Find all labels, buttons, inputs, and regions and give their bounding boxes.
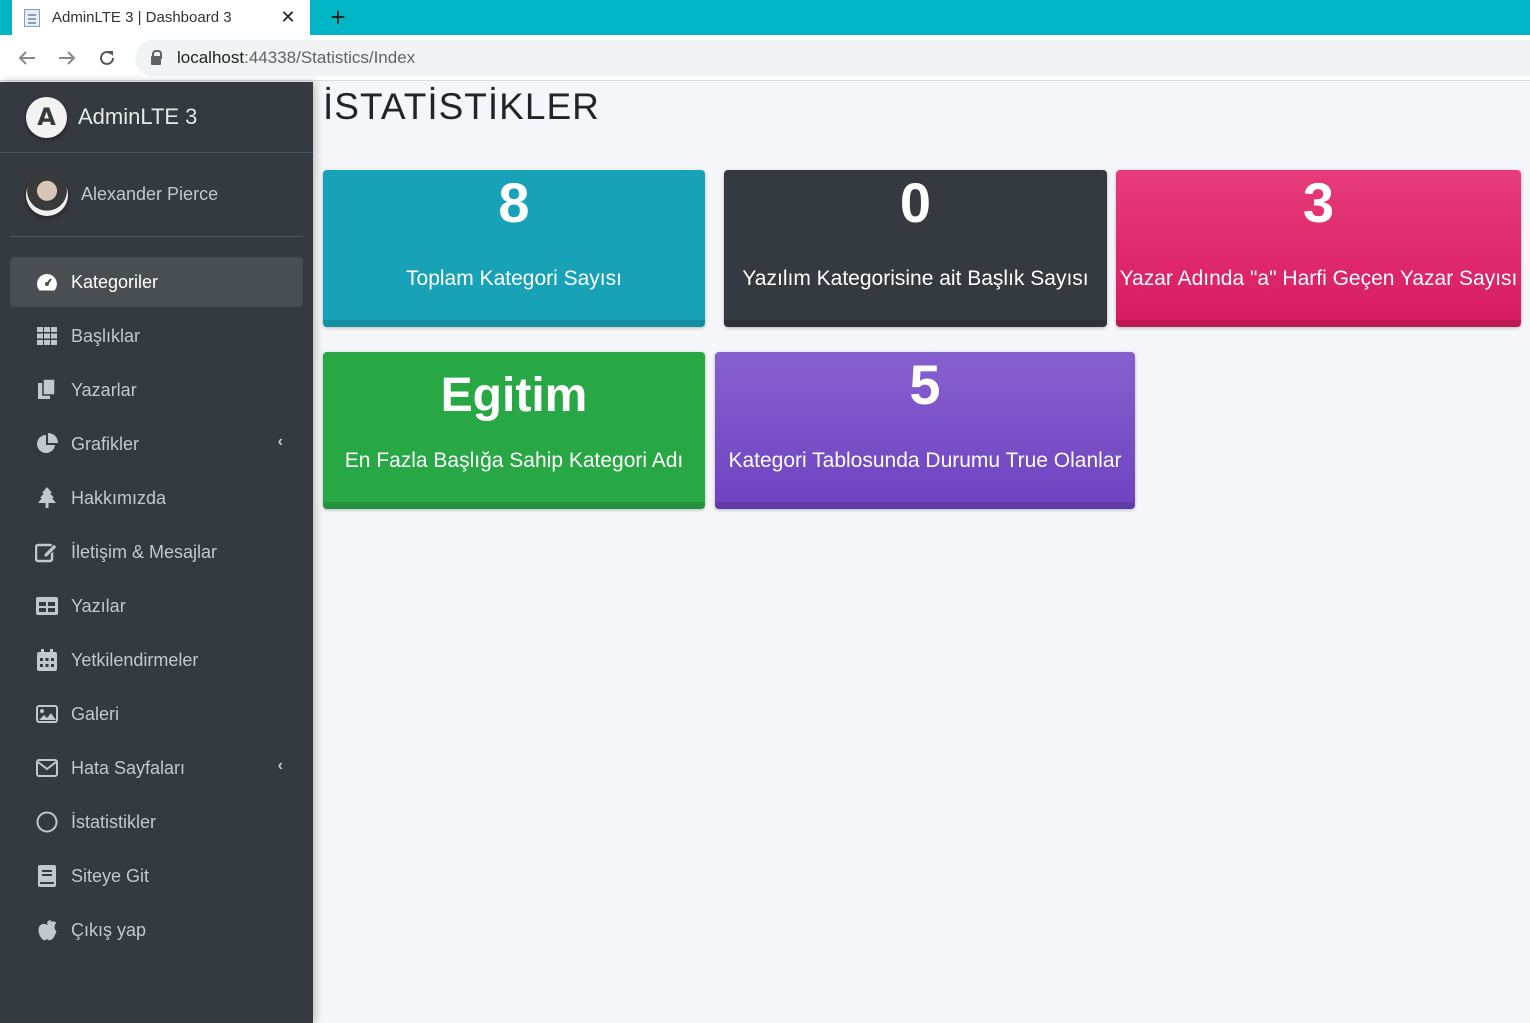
lock-icon <box>151 49 162 65</box>
brand-text: AdminLTE 3 <box>78 104 198 129</box>
sidebar-item-basliklar[interactable]: Başlıklar <box>10 311 303 361</box>
url-field[interactable]: localhost:44338/Statistics/Index <box>135 40 1530 76</box>
sidebar-item-yetkilendirmeler[interactable]: Yetkilendirmeler <box>10 635 303 685</box>
sidebar-item-cikis-yap[interactable]: Çıkış yap <box>10 905 303 955</box>
browser-tab[interactable]: AdminLTE 3 | Dashboard 3 ✕ <box>12 0 310 35</box>
apple-icon <box>35 918 59 942</box>
stat-box-yazilim-baslik: 0 Yazılım Kategorisine ait Başlık Sayısı <box>724 170 1107 327</box>
table-icon <box>35 594 59 618</box>
circle-icon <box>35 810 59 834</box>
book-icon <box>35 864 59 888</box>
stat-value: 3 <box>1302 171 1335 234</box>
stat-value: 0 <box>899 171 932 234</box>
pie-chart-icon <box>35 432 59 456</box>
page-favicon-icon <box>24 8 40 27</box>
address-bar: localhost:44338/Statistics/Index <box>0 35 1530 81</box>
stat-label: Yazar Adında "a" Harfi Geçen Yazar Sayıs… <box>1119 267 1518 290</box>
chevron-left-icon: ‹ <box>277 433 283 450</box>
sidebar-item-yazarlar[interactable]: Yazarlar <box>10 365 303 415</box>
edit-icon <box>35 540 59 564</box>
tree-icon <box>35 486 59 510</box>
browser-tab-bar: AdminLTE 3 | Dashboard 3 ✕ + <box>0 0 1530 35</box>
avatar <box>26 173 68 216</box>
back-arrow-icon[interactable] <box>14 45 40 71</box>
url-text: localhost:44338/Statistics/Index <box>177 48 416 67</box>
sidebar-item-hakkimizda[interactable]: Hakkımızda <box>10 473 303 523</box>
grid-icon <box>35 324 59 348</box>
reload-icon[interactable] <box>94 45 120 71</box>
user-panel[interactable]: Alexander Pierce <box>10 153 303 237</box>
stat-label: En Fazla Başlığa Sahip Kategori Adı <box>344 449 684 472</box>
calendar-icon <box>35 648 59 672</box>
stat-value: 5 <box>909 353 941 416</box>
stat-label: Yazılım Kategorisine ait Başlık Sayısı <box>742 267 1089 290</box>
page-title: İSTATİSTİKLER <box>323 86 600 127</box>
user-name: Alexander Pierce <box>81 184 219 204</box>
brand-link[interactable]: A AdminLTE 3 <box>0 82 313 153</box>
sidebar-item-hata-sayfalari[interactable]: Hata Sayfaları ‹ <box>10 743 303 793</box>
sidebar-item-yazilar[interactable]: Yazılar <box>10 581 303 631</box>
tab-title: AdminLTE 3 | Dashboard 3 <box>52 9 232 26</box>
stat-box-durumu-true: 5 Kategori Tablosunda Durumu True Olanla… <box>715 352 1135 509</box>
sidebar-menu: Kategoriler Başlıklar Yazarlar Grafikler… <box>0 237 313 955</box>
envelope-icon <box>35 756 59 780</box>
stat-label: Toplam Kategori Sayısı <box>406 267 622 290</box>
tachometer-icon <box>35 270 59 294</box>
image-icon <box>35 702 59 726</box>
sidebar-item-siteye-git[interactable]: Siteye Git <box>10 851 303 901</box>
forward-arrow-icon[interactable] <box>54 45 80 71</box>
stat-box-yazar-a-harfi: 3 Yazar Adında "a" Harfi Geçen Yazar Say… <box>1116 170 1521 327</box>
sidebar-item-iletisim[interactable]: İletişim & Mesajlar <box>10 527 303 577</box>
stat-value: 8 <box>498 171 530 234</box>
copy-icon <box>35 378 59 402</box>
new-tab-button[interactable]: + <box>326 0 350 35</box>
sidebar-item-galeri[interactable]: Galeri <box>10 689 303 739</box>
stat-value: Egitim <box>440 369 588 422</box>
stat-label: Kategori Tablosunda Durumu True Olanlar <box>728 449 1122 472</box>
sidebar-item-istatistikler[interactable]: İstatistikler <box>10 797 303 847</box>
sidebar: A AdminLTE 3 Alexander Pierce Kategorile… <box>0 82 313 1023</box>
sidebar-item-kategoriler[interactable]: Kategoriler <box>10 257 303 307</box>
sidebar-item-grafikler[interactable]: Grafikler ‹ <box>10 419 303 469</box>
stat-box-toplam-kategori: 8 Toplam Kategori Sayısı <box>323 170 705 327</box>
chevron-left-icon: ‹ <box>277 757 283 774</box>
stat-box-en-fazla-baslik: Egitim En Fazla Başlığa Sahip Kategori A… <box>323 352 705 509</box>
brand-logo-icon: A <box>26 96 67 138</box>
close-tab-icon[interactable]: ✕ <box>278 7 298 28</box>
